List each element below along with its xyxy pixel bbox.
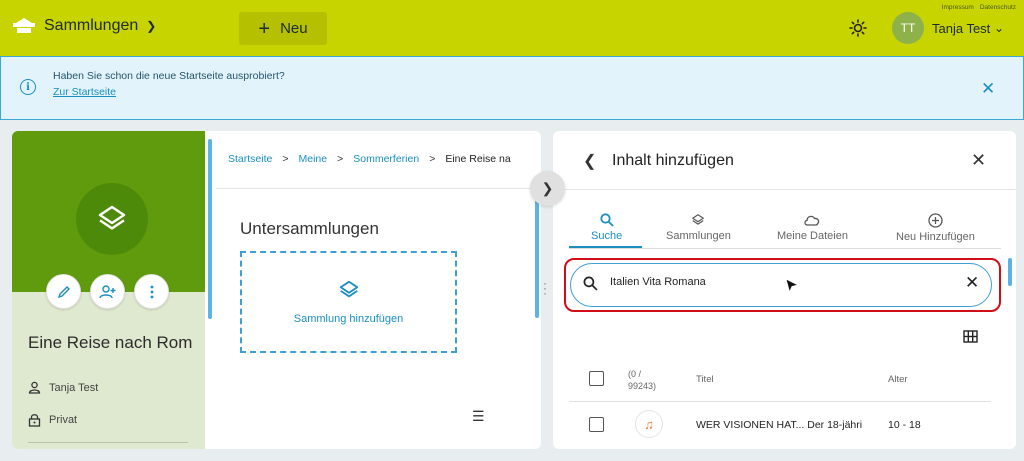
info-icon: i (20, 79, 36, 95)
scrollbar[interactable] (535, 188, 539, 318)
owner-row: Tanja Test (28, 381, 98, 394)
pencil-icon (57, 285, 70, 298)
impressum-link[interactable]: Impressum (942, 4, 974, 11)
clear-search-icon[interactable]: ✕ (965, 273, 979, 293)
collection-sidebar: Eine Reise nach Rom Tanja Test Privat (12, 131, 205, 449)
layers-icon (692, 214, 705, 225)
footer-links: Impressum Datenschutz (942, 4, 1016, 11)
top-bar: Sammlungen ❯ + Neu Impressum Datenschutz… (0, 0, 1024, 56)
share-button[interactable] (90, 274, 125, 309)
chevron-right-icon: > (429, 153, 436, 165)
cloud-icon (804, 215, 820, 226)
tab-add-new[interactable]: Neu Hinzufügen (896, 213, 975, 243)
info-banner: i Haben Sie schon die neue Startseite au… (0, 56, 1024, 120)
layers-icon (339, 280, 358, 298)
tab-label: Sammlungen (666, 230, 731, 242)
divider (569, 401, 991, 402)
search-icon (599, 213, 614, 227)
chevron-right-icon: > (282, 153, 289, 165)
drag-handle-icon[interactable]: · · · (543, 277, 547, 299)
tab-collections[interactable]: Sammlungen (666, 213, 731, 242)
tab-search[interactable]: Suche (591, 213, 622, 242)
scrollbar[interactable] (1008, 258, 1012, 286)
more-vertical-icon (150, 285, 153, 298)
chevron-down-icon[interactable]: ⌄ (994, 21, 1004, 35)
panel-title: Inhalt hinzufügen (612, 152, 734, 169)
collection-layers-icon (76, 183, 148, 255)
add-circle-icon (928, 213, 943, 228)
row-title: WER VISIONEN HAT... Der 18-jähri (696, 419, 863, 431)
close-icon[interactable]: ✕ (971, 150, 986, 171)
divider (553, 189, 1016, 190)
divider (28, 442, 188, 443)
search-icon (583, 276, 598, 291)
startpage-link[interactable]: Zur Startseite (53, 86, 116, 98)
visibility-row: Privat (28, 413, 77, 427)
datenschutz-link[interactable]: Datenschutz (980, 4, 1016, 11)
mouse-cursor-icon (785, 278, 799, 294)
subcollections-heading: Untersammlungen (240, 219, 379, 238)
divider (216, 188, 541, 189)
more-button[interactable] (134, 274, 169, 309)
scrollbar[interactable] (208, 139, 212, 319)
column-header-age[interactable]: Alter (888, 374, 908, 385)
collections-hat-icon (13, 18, 35, 33)
expand-panel-button[interactable]: ❯ (530, 171, 565, 206)
add-collection-button[interactable]: Sammlung hinzufügen (240, 251, 457, 353)
collections-menu[interactable]: Sammlungen ❯ (12, 17, 156, 35)
collection-title: Eine Reise nach Rom (28, 333, 193, 352)
breadcrumb-current: Eine Reise na (445, 153, 511, 165)
new-button-label: Neu (280, 20, 308, 37)
visibility-label: Privat (49, 414, 78, 426)
add-content-panel: ❮ Inhalt hinzufügen ✕ Suche Sammlungen M… (553, 131, 1016, 449)
tab-my-files[interactable]: Meine Dateien (777, 213, 848, 242)
add-user-icon (98, 284, 115, 298)
breadcrumb-meine[interactable]: Meine (299, 153, 328, 165)
owner-name: Tanja Test (49, 381, 99, 394)
collection-card: Eine Reise nach Rom Tanja Test Privat St… (12, 131, 541, 449)
divider (569, 248, 1001, 249)
lock-icon (28, 414, 41, 427)
new-button[interactable]: + Neu (239, 12, 327, 45)
search-field[interactable]: ✕ (570, 263, 992, 307)
plus-icon: + (258, 17, 271, 40)
sun-icon[interactable] (849, 19, 867, 37)
tab-label: Meine Dateien (777, 230, 848, 242)
close-icon[interactable]: ✕ (981, 79, 995, 99)
select-all-checkbox[interactable] (589, 371, 604, 386)
grid-view-icon[interactable] (963, 330, 978, 343)
avatar[interactable]: TT (892, 12, 924, 44)
person-icon (28, 381, 41, 394)
audio-icon: ♫ (635, 410, 663, 438)
breadcrumb-sommerferien[interactable]: Sommerferien (353, 153, 419, 165)
collections-label: Sammlungen (44, 17, 139, 34)
list-view-icon[interactable]: ☰ (472, 408, 485, 425)
row-age: 10 - 18 (888, 419, 921, 431)
breadcrumb-startseite[interactable]: Startseite (228, 153, 272, 165)
chevron-right-icon: ❯ (541, 180, 554, 196)
add-collection-label: Sammlung hinzufügen (293, 313, 404, 325)
banner-text: Haben Sie schon die neue Startseite ausp… (53, 70, 285, 82)
chevron-down-icon: ❯ (146, 19, 157, 33)
column-header-title[interactable]: Titel (696, 374, 714, 385)
user-menu[interactable]: Tanja Test (932, 21, 990, 36)
tab-label: Suche (591, 230, 623, 242)
back-icon[interactable]: ❮ (583, 151, 596, 171)
collection-hero (12, 131, 205, 292)
chevron-right-icon: > (337, 153, 344, 165)
result-count: (0 / 99243) (628, 369, 657, 391)
search-input[interactable] (610, 276, 930, 288)
tab-label: Neu Hinzufügen (896, 231, 975, 243)
breadcrumb: Startseite > Meine > Sommerferien > Eine… (228, 153, 541, 165)
row-checkbox[interactable] (589, 417, 604, 432)
edit-button[interactable] (46, 274, 81, 309)
